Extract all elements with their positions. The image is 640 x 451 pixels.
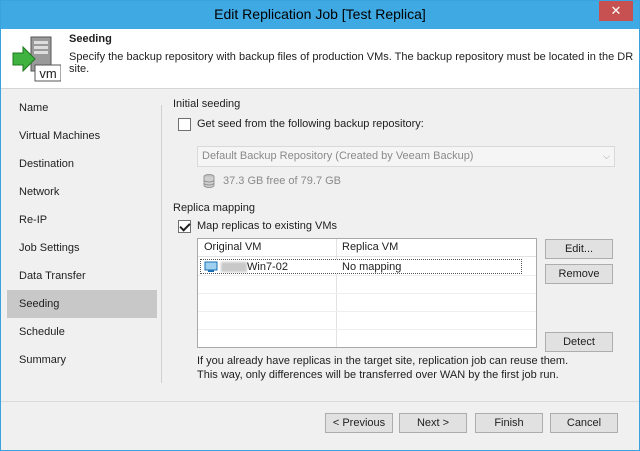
initial-seeding-label: Initial seeding [173, 98, 241, 110]
nav-item-destination[interactable]: Destination [7, 150, 157, 178]
edit-button[interactable]: Edit... [545, 239, 613, 259]
remove-button[interactable]: Remove [545, 264, 613, 284]
nav-item-schedule[interactable]: Schedule [7, 318, 157, 346]
edit-replication-job-window: Edit Replication Job [Test Replica] ✕ vm… [0, 0, 640, 451]
wizard-steps-nav: Name Virtual Machines Destination Networ… [7, 94, 157, 374]
row-divider [198, 275, 536, 276]
nav-item-job-settings[interactable]: Job Settings [7, 234, 157, 262]
edit-button-label: Edit... [564, 243, 594, 255]
title-bar: Edit Replication Job [Test Replica] ✕ [1, 1, 639, 29]
nav-item-data-transfer[interactable]: Data Transfer [7, 262, 157, 290]
detect-button-label: Detect [563, 336, 595, 348]
window-title: Edit Replication Job [Test Replica] [214, 6, 426, 22]
replica-mapping-table[interactable]: Original VM Replica VM Win7-02 No mappin… [197, 238, 537, 348]
detect-button[interactable]: Detect [545, 332, 613, 352]
group-divider [161, 213, 162, 383]
database-icon [203, 174, 215, 188]
repository-free-space: 37.3 GB free of 79.7 GB [223, 175, 342, 187]
vm-server-icon: vm [12, 36, 61, 82]
nav-item-name[interactable]: Name [7, 94, 157, 122]
backup-repository-select[interactable]: Default Backup Repository (Created by Ve… [197, 146, 615, 167]
footer-divider [1, 401, 639, 402]
table-header: Original VM Replica VM [198, 239, 536, 257]
column-replica-vm[interactable]: Replica VM [342, 241, 398, 253]
cancel-button[interactable]: Cancel [550, 413, 618, 433]
wizard-header: vm Seeding Specify the backup repository… [1, 29, 639, 89]
hint-line-1: If you already have replicas in the targ… [197, 355, 569, 367]
group-divider [161, 105, 162, 225]
replica-vm-cell: No mapping [342, 261, 402, 273]
virtual-machine-icon [204, 261, 218, 272]
row-divider [198, 293, 536, 294]
nav-item-virtual-machines[interactable]: Virtual Machines [7, 122, 157, 150]
nav-item-network[interactable]: Network [7, 178, 157, 206]
page-description: Specify the backup repository with backu… [69, 51, 634, 75]
chevron-down-icon: ⌵ [603, 151, 610, 161]
nav-item-summary[interactable]: Summary [7, 346, 157, 374]
wizard-footer: < Previous Next > Finish Cancel [1, 401, 639, 451]
get-seed-label[interactable]: Get seed from the following backup repos… [197, 118, 424, 130]
hint-line-2: This way, only differences will be trans… [197, 369, 559, 381]
finish-button[interactable]: Finish [475, 413, 543, 433]
close-button[interactable]: ✕ [599, 1, 633, 21]
original-vm-cell: Win7-02 [247, 261, 288, 273]
page-title: Seeding [69, 33, 112, 45]
seeding-content: Initial seeding Get seed from the follow… [161, 89, 635, 389]
backup-repository-value: Default Backup Repository (Created by Ve… [202, 150, 474, 162]
table-row[interactable]: Win7-02 No mapping [200, 259, 522, 274]
remove-button-label: Remove [558, 268, 600, 280]
row-divider [198, 329, 536, 330]
map-replicas-label[interactable]: Map replicas to existing VMs [197, 220, 337, 232]
redacted-vm-prefix [221, 262, 247, 272]
previous-button[interactable]: < Previous [325, 413, 393, 433]
nav-item-re-ip[interactable]: Re-IP [7, 206, 157, 234]
replica-mapping-label: Replica mapping [173, 202, 255, 214]
next-button[interactable]: Next > [399, 413, 467, 433]
column-original-vm[interactable]: Original VM [204, 241, 261, 253]
vm-icon-text: vm [39, 66, 56, 81]
get-seed-checkbox[interactable] [178, 118, 191, 131]
row-divider [198, 311, 536, 312]
nav-item-seeding[interactable]: Seeding [7, 290, 157, 318]
map-replicas-checkbox[interactable] [178, 220, 191, 233]
